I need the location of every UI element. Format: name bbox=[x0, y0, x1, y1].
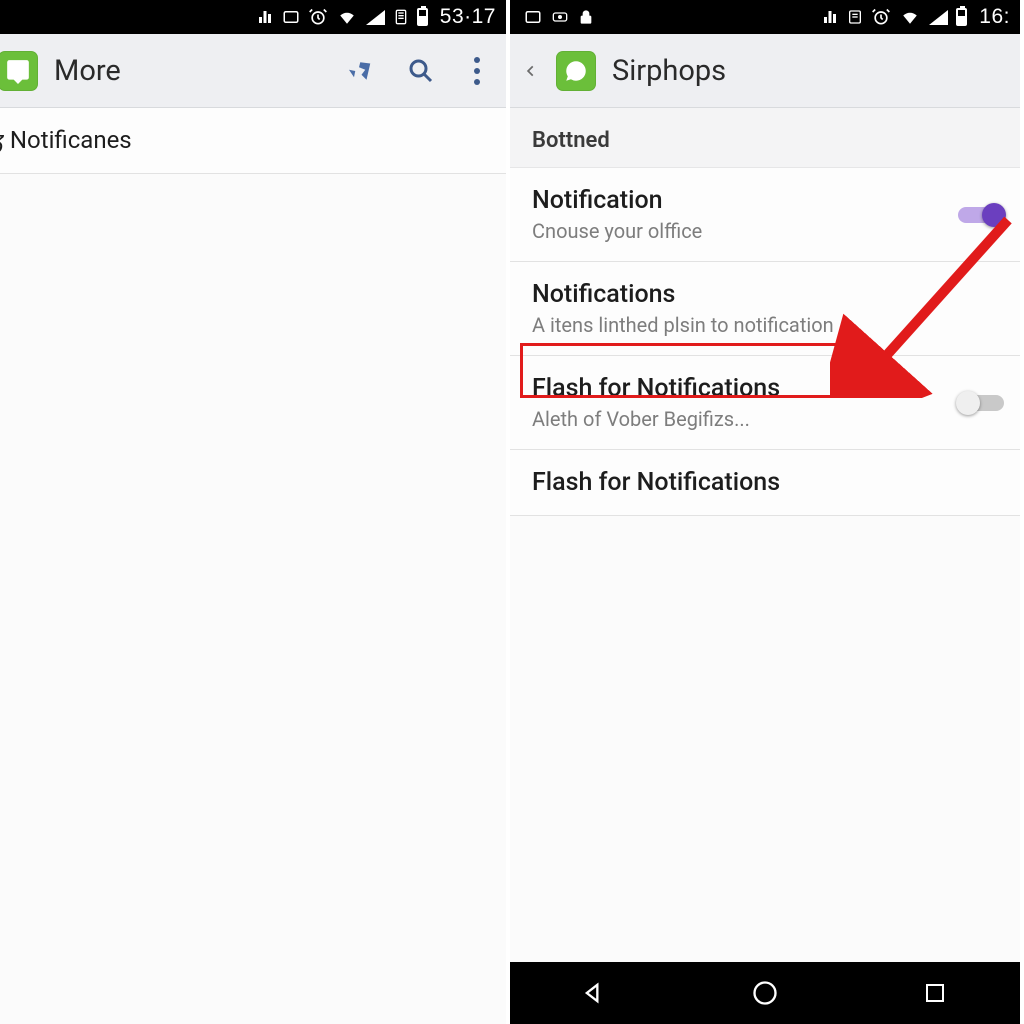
list-item-title: Notificanes bbox=[10, 126, 132, 154]
screenshot-right: 16: Sirphops Bottned Notification Cnouse… bbox=[510, 0, 1020, 1024]
app-bar: Sirphops bbox=[510, 34, 1020, 108]
sim-icon bbox=[393, 7, 409, 27]
list-item-subtitle: Cnouse your olffice bbox=[532, 219, 958, 243]
nav-bar bbox=[510, 962, 1020, 1024]
nav-back-button[interactable] bbox=[565, 973, 625, 1013]
alarm-icon bbox=[871, 7, 891, 27]
list-item-flash-notifications[interactable]: Flash for Notifications Aleth of Vober B… bbox=[510, 356, 1020, 450]
toggle-switch[interactable] bbox=[958, 203, 1004, 227]
battery-icon bbox=[956, 8, 967, 26]
wifi-icon bbox=[899, 8, 921, 26]
list-item-title: Flash for Notifications bbox=[532, 374, 958, 403]
status-icon bbox=[550, 9, 570, 25]
screen-body: Bottned Notification Cnouse your olffice… bbox=[510, 108, 1020, 962]
signal-icon bbox=[366, 10, 385, 25]
lock-icon bbox=[578, 8, 594, 26]
status-icon bbox=[256, 8, 274, 26]
status-time: 16: bbox=[979, 5, 1010, 29]
toggle-switch[interactable] bbox=[958, 391, 1004, 415]
list-item-title: Flash for Notifications bbox=[532, 468, 1000, 497]
card-icon bbox=[282, 8, 300, 26]
app-logo-icon bbox=[0, 51, 38, 91]
app-logo-icon bbox=[556, 51, 596, 91]
nav-home-button[interactable] bbox=[735, 973, 795, 1013]
screenshot-left: 53·17 More ʒ Notificanes bbox=[0, 0, 510, 1024]
status-icon bbox=[821, 8, 839, 26]
share-icon[interactable] bbox=[336, 48, 382, 94]
wifi-icon bbox=[336, 8, 358, 26]
status-bar: 53·17 bbox=[0, 0, 506, 34]
battery-icon bbox=[417, 8, 428, 26]
app-title: Sirphops bbox=[612, 54, 726, 88]
list-item-title: Notification bbox=[532, 186, 958, 215]
list-item-subtitle: Aleth of Vober Begifizs... bbox=[532, 407, 958, 431]
app-bar: More bbox=[0, 34, 506, 108]
status-icon bbox=[524, 8, 542, 26]
card-icon bbox=[847, 8, 863, 26]
status-bar: 16: bbox=[510, 0, 1020, 34]
list-item[interactable]: ʒ Notificanes bbox=[0, 108, 506, 174]
list-item-subtitle: A itens linthed plsin to notification bbox=[532, 313, 1000, 337]
section-header: Bottned bbox=[510, 108, 1020, 168]
list-item-flash-notifications-2[interactable]: Flash for Notifications bbox=[510, 450, 1020, 516]
nav-recent-button[interactable] bbox=[905, 973, 965, 1013]
alarm-icon bbox=[308, 7, 328, 27]
app-title: More bbox=[54, 54, 121, 88]
signal-icon bbox=[929, 10, 948, 25]
list-item-title: Notifications bbox=[532, 280, 1000, 309]
overflow-menu-icon[interactable] bbox=[460, 57, 494, 85]
screen-body: ʒ Notificanes bbox=[0, 108, 506, 1024]
search-icon[interactable] bbox=[398, 48, 444, 94]
status-time: 53·17 bbox=[440, 5, 496, 29]
back-icon[interactable] bbox=[522, 48, 540, 94]
list-item-notification[interactable]: Notification Cnouse your olffice bbox=[510, 168, 1020, 262]
list-item-notifications[interactable]: Notifications A itens linthed plsin to n… bbox=[510, 262, 1020, 356]
